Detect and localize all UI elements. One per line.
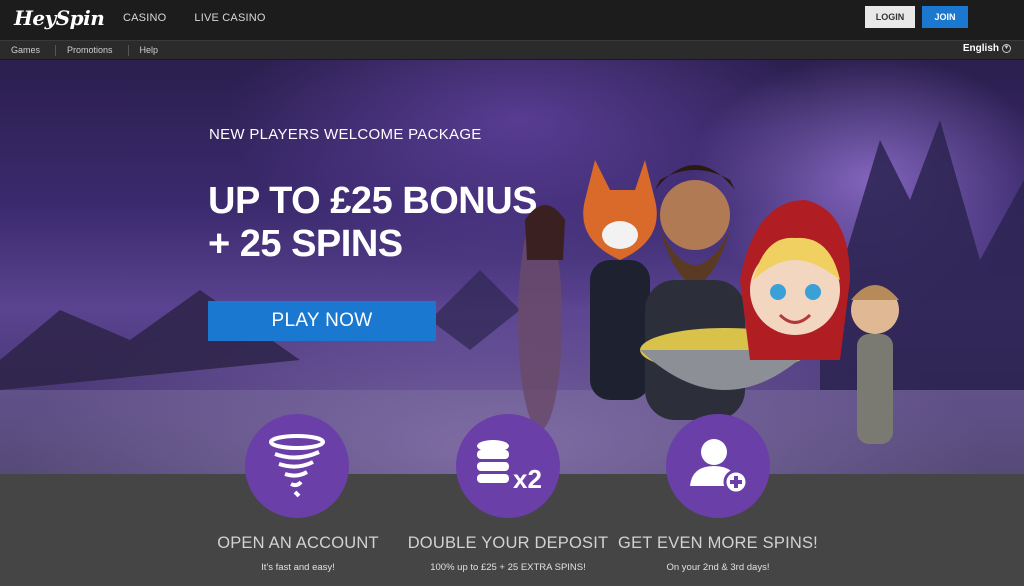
hero-banner: NEW PLAYERS WELCOME PACKAGE UP TO £25 BO… bbox=[0, 60, 1024, 474]
main-nav: CASINO LIVE CASINO bbox=[123, 12, 266, 24]
nav-casino[interactable]: CASINO bbox=[123, 12, 166, 24]
chevron-down-icon: ▼ bbox=[1002, 44, 1011, 53]
step-more-spins-title: GET EVEN MORE SPINS! bbox=[618, 534, 818, 552]
coins-x2-icon: x2 bbox=[456, 414, 560, 518]
sub-nav: Games Promotions Help bbox=[0, 41, 173, 59]
join-button[interactable]: JOIN bbox=[922, 6, 968, 28]
heyspin-logo[interactable]: HeySpin bbox=[14, 6, 105, 30]
hero-subtitle: NEW PLAYERS WELCOME PACKAGE bbox=[209, 126, 482, 143]
subnav-promotions[interactable]: Promotions bbox=[56, 44, 129, 56]
steps-section: OPEN AN ACCOUNT It's fast and easy! x2 D… bbox=[0, 414, 1024, 586]
hero-title-line2: + 25 SPINS bbox=[208, 223, 403, 265]
step-more-spins-desc: On your 2nd & 3rd days! bbox=[666, 562, 770, 573]
language-selector[interactable]: English ▼ bbox=[963, 43, 1011, 54]
login-button[interactable]: LOGIN bbox=[865, 6, 915, 28]
language-label: English bbox=[962, 43, 999, 54]
subnav-games[interactable]: Games bbox=[0, 44, 57, 56]
tornado-icon bbox=[245, 414, 349, 518]
hero-title-line1: UP TO £25 BONUS bbox=[208, 180, 538, 222]
subnav-help[interactable]: Help bbox=[129, 45, 174, 56]
play-now-button[interactable]: PLAY NOW bbox=[208, 301, 436, 341]
hero-title: UP TO £25 BONUS + 25 SPINS bbox=[208, 180, 538, 266]
top-header: HeySpin CASINO LIVE CASINO LOGIN JOIN bbox=[0, 0, 1024, 40]
sub-header: Games Promotions Help English ▼ bbox=[0, 40, 1024, 60]
nav-live-casino[interactable]: LIVE CASINO bbox=[194, 12, 265, 24]
svg-text:x2: x2 bbox=[513, 464, 542, 494]
add-user-icon bbox=[666, 414, 770, 518]
